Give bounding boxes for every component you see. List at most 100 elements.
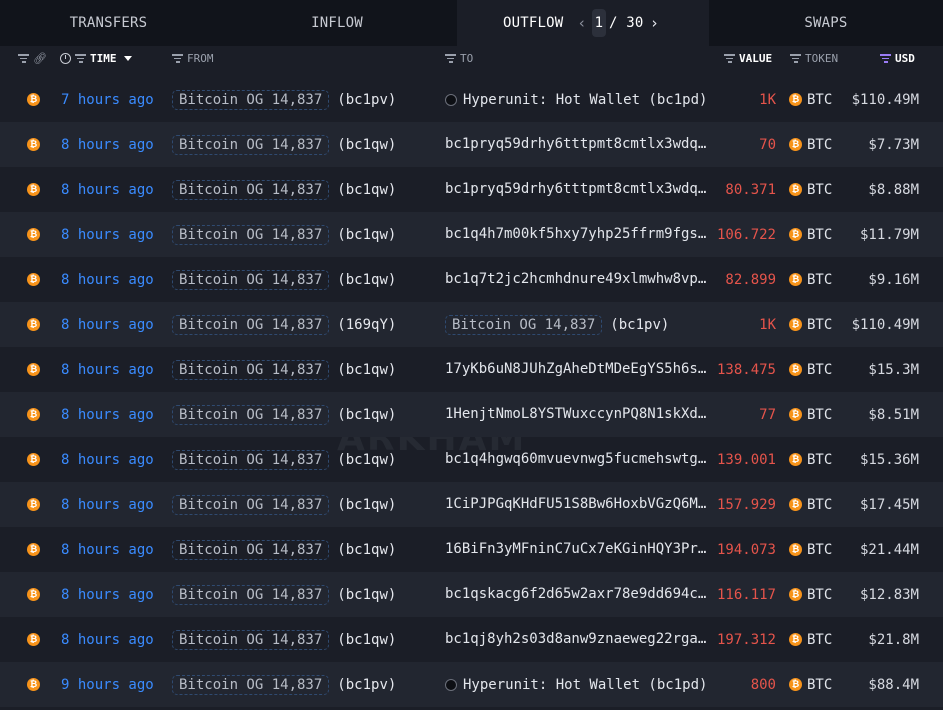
from-address-tag[interactable]: (bc1qw) — [337, 407, 396, 423]
to-entity-label[interactable]: Hyperunit: Hot Wallet (bc1pd) — [463, 92, 707, 108]
from-entity-badge[interactable]: Bitcoin OG 14,837 — [172, 89, 330, 110]
to-entity[interactable]: Bitcoin OG 14,837 (bc1pv) — [445, 302, 669, 347]
to-address[interactable]: 1CiPJPGqKHdFU51S8Bw6HoxbVGzQ6Mg… — [445, 482, 707, 527]
token-cell[interactable]: ₿ BTC — [789, 302, 832, 347]
time-link[interactable]: 8 hours ago — [61, 617, 154, 662]
from-entity[interactable]: Bitcoin OG 14,837 (bc1qw) — [172, 482, 396, 527]
from-entity[interactable]: Bitcoin OG 14,837 (bc1qw) — [172, 572, 396, 617]
filter-icon[interactable] — [445, 54, 456, 63]
token-cell[interactable]: ₿ BTC — [789, 527, 832, 572]
from-entity[interactable]: Bitcoin OG 14,837 (bc1qw) — [172, 437, 396, 482]
to-address[interactable]: 17yKb6uN8JUhZgAheDtMDeEgYS5h6sa… — [445, 347, 707, 392]
time-link[interactable]: 8 hours ago — [61, 212, 154, 257]
time-link[interactable]: 8 hours ago — [61, 437, 154, 482]
header-token[interactable]: TOKEN — [790, 52, 838, 65]
from-address-tag[interactable]: (bc1qw) — [337, 362, 396, 378]
chevron-left-icon[interactable]: ‹ — [575, 14, 589, 32]
to-address[interactable]: bc1q4h7m00kf5hxy7yhp25ffrm9fgs9… — [445, 212, 707, 257]
from-entity-badge[interactable]: Bitcoin OG 14,837 — [172, 224, 330, 245]
time-link[interactable]: 8 hours ago — [61, 167, 154, 212]
from-address-tag[interactable]: (bc1pv) — [337, 677, 396, 693]
from-entity-badge[interactable]: Bitcoin OG 14,837 — [172, 134, 330, 155]
from-entity-badge[interactable]: Bitcoin OG 14,837 — [172, 494, 330, 515]
time-link[interactable]: 8 hours ago — [61, 572, 154, 617]
from-address-tag[interactable]: (bc1qw) — [337, 272, 396, 288]
time-link[interactable]: 8 hours ago — [61, 392, 154, 437]
from-entity-badge[interactable]: Bitcoin OG 14,837 — [172, 314, 330, 335]
from-entity[interactable]: Bitcoin OG 14,837 (bc1qw) — [172, 347, 396, 392]
table-row[interactable]: ₿ 8 hours ago Bitcoin OG 14,837 (bc1qw) … — [0, 617, 943, 662]
from-entity[interactable]: Bitcoin OG 14,837 (bc1qw) — [172, 392, 396, 437]
token-cell[interactable]: ₿ BTC — [789, 617, 832, 662]
to-address[interactable]: bc1q4hgwq60mvuevnwg5fucmehswtg7… — [445, 437, 707, 482]
table-row[interactable]: ₿ 8 hours ago Bitcoin OG 14,837 (bc1qw) … — [0, 167, 943, 212]
from-entity[interactable]: Bitcoin OG 14,837 (bc1qw) — [172, 212, 396, 257]
from-address-tag[interactable]: (bc1qw) — [337, 632, 396, 648]
header-from[interactable]: FROM — [172, 52, 214, 65]
header-to[interactable]: TO — [445, 52, 473, 65]
to-address[interactable]: bc1pryq59drhy6tttpmt8cmtlx3wdql… — [445, 122, 707, 167]
tab-swaps[interactable]: SWAPS — [709, 0, 943, 46]
from-entity[interactable]: Bitcoin OG 14,837 (bc1qw) — [172, 167, 396, 212]
from-address-tag[interactable]: (bc1qw) — [337, 182, 396, 198]
header-value[interactable]: VALUE — [724, 52, 772, 65]
time-link[interactable]: 7 hours ago — [61, 77, 154, 122]
chevron-right-icon[interactable]: › — [648, 14, 662, 32]
to-entity[interactable]: Hyperunit: Hot Wallet (bc1pd) — [445, 77, 707, 122]
to-entity[interactable]: Hyperunit: Hot Wallet (bc1pd) — [445, 662, 707, 707]
from-address-tag[interactable]: (bc1qw) — [337, 497, 396, 513]
token-cell[interactable]: ₿ BTC — [789, 572, 832, 617]
from-entity-badge[interactable]: Bitcoin OG 14,837 — [172, 674, 330, 695]
table-row[interactable]: ₿ 7 hours ago Bitcoin OG 14,837 (bc1pv) … — [0, 77, 943, 122]
header-usd[interactable]: USD — [880, 52, 915, 65]
time-link[interactable]: 8 hours ago — [61, 347, 154, 392]
table-row[interactable]: ₿ 8 hours ago Bitcoin OG 14,837 (bc1qw) … — [0, 482, 943, 527]
sort-desc-icon[interactable] — [123, 56, 132, 61]
filter-active-icon[interactable] — [880, 54, 891, 63]
filter-icon[interactable] — [724, 54, 735, 63]
from-entity[interactable]: Bitcoin OG 14,837 (bc1qw) — [172, 617, 396, 662]
from-entity-badge[interactable]: Bitcoin OG 14,837 — [172, 539, 330, 560]
from-entity-badge[interactable]: Bitcoin OG 14,837 — [172, 269, 330, 290]
from-entity-badge[interactable]: Bitcoin OG 14,837 — [172, 449, 330, 470]
from-address-tag[interactable]: (bc1qw) — [337, 452, 396, 468]
from-entity-badge[interactable]: Bitcoin OG 14,837 — [172, 584, 330, 605]
time-link[interactable]: 8 hours ago — [61, 302, 154, 347]
filter-icon[interactable] — [790, 54, 801, 63]
filter-icon[interactable] — [18, 54, 29, 63]
token-cell[interactable]: ₿ BTC — [789, 482, 832, 527]
time-link[interactable]: 8 hours ago — [61, 257, 154, 302]
from-entity[interactable]: Bitcoin OG 14,837 (bc1qw) — [172, 257, 396, 302]
token-cell[interactable]: ₿ BTC — [789, 392, 832, 437]
page-number-input[interactable]: 1 — [592, 9, 606, 37]
to-entity-label[interactable]: Hyperunit: Hot Wallet (bc1pd) — [463, 677, 707, 693]
token-cell[interactable]: ₿ BTC — [789, 662, 832, 707]
table-row[interactable]: ₿ 8 hours ago Bitcoin OG 14,837 (bc1qw) … — [0, 437, 943, 482]
from-entity-badge[interactable]: Bitcoin OG 14,837 — [172, 629, 330, 650]
from-address-tag[interactable]: (bc1qw) — [337, 227, 396, 243]
table-row[interactable]: ₿ 9 hours ago Bitcoin OG 14,837 (bc1pv) … — [0, 662, 943, 707]
table-row[interactable]: ₿ 8 hours ago Bitcoin OG 14,837 (bc1qw) … — [0, 527, 943, 572]
to-address[interactable]: 1HenjtNmoL8YSTWuxccynPQ8N1skXdf… — [445, 392, 707, 437]
from-address-tag[interactable]: (169qY) — [337, 317, 396, 333]
to-address[interactable]: bc1pryq59drhy6tttpmt8cmtlx3wdql… — [445, 167, 707, 212]
from-address-tag[interactable]: (bc1qw) — [337, 137, 396, 153]
filter-icon[interactable] — [75, 54, 86, 63]
to-address-tag[interactable]: (bc1pv) — [610, 317, 669, 333]
tab-outflow[interactable]: OUTFLOW ‹ 1 / 30 › — [457, 0, 709, 46]
filter-icon[interactable] — [172, 54, 183, 63]
token-cell[interactable]: ₿ BTC — [789, 167, 832, 212]
to-address[interactable]: 16BiFn3yMFninC7uCx7eKGinHQY3PrS… — [445, 527, 707, 572]
token-cell[interactable]: ₿ BTC — [789, 347, 832, 392]
from-entity[interactable]: Bitcoin OG 14,837 (bc1pv) — [172, 77, 396, 122]
table-row[interactable]: ₿ 8 hours ago Bitcoin OG 14,837 (bc1qw) … — [0, 212, 943, 257]
token-cell[interactable]: ₿ BTC — [789, 257, 832, 302]
to-address[interactable]: bc1qskacg6f2d65w2axr78e9dd694cd… — [445, 572, 707, 617]
table-row[interactable]: ₿ 8 hours ago Bitcoin OG 14,837 (bc1qw) … — [0, 392, 943, 437]
to-address[interactable]: bc1q7t2jc2hcmhdnure49xlmwhw8vpa… — [445, 257, 707, 302]
to-address[interactable]: bc1qj8yh2s03d8anw9znaeweg22rga6… — [445, 617, 707, 662]
from-address-tag[interactable]: (bc1qw) — [337, 542, 396, 558]
table-row[interactable]: ₿ 8 hours ago Bitcoin OG 14,837 (bc1qw) … — [0, 122, 943, 167]
time-link[interactable]: 9 hours ago — [61, 662, 154, 707]
from-entity[interactable]: Bitcoin OG 14,837 (169qY) — [172, 302, 396, 347]
